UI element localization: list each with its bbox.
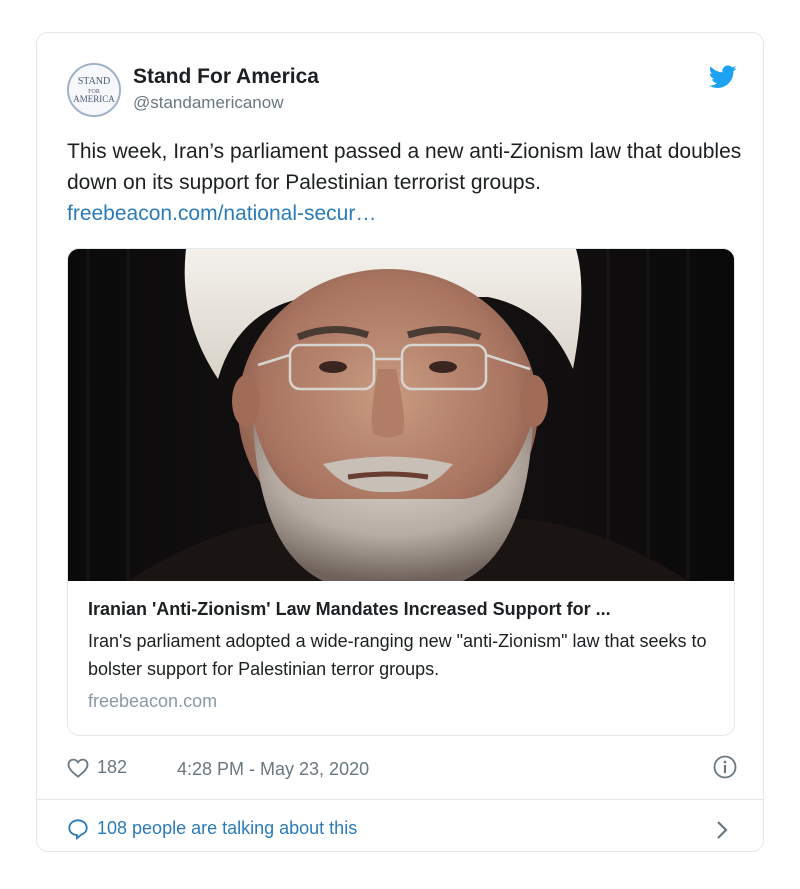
- twitter-bird-icon[interactable]: [708, 65, 737, 89]
- tweet-body: This week, Iran’s parliament passed a ne…: [67, 140, 742, 194]
- chevron-right-icon: [717, 821, 728, 839]
- avatar[interactable]: STAND FOR AMERICA: [67, 63, 121, 117]
- account-handle[interactable]: @standamericanow: [133, 93, 284, 113]
- tweet-link[interactable]: freebeacon.com/national-secur…: [67, 198, 747, 229]
- like-count: 182: [97, 757, 128, 777]
- account-name[interactable]: Stand For America: [133, 65, 319, 89]
- card-image: [68, 249, 734, 581]
- card-body: Iranian 'Anti-Zionism' Law Mandates Incr…: [88, 597, 718, 712]
- embedded-tweet: STAND FOR AMERICA Stand For America @sta…: [36, 32, 764, 852]
- heart-icon: [67, 758, 89, 778]
- link-card[interactable]: Iranian 'Anti-Zionism' Law Mandates Incr…: [67, 248, 735, 736]
- tweet-timestamp[interactable]: 4:28 PM - May 23, 2020: [177, 759, 369, 780]
- tweet-header: STAND FOR AMERICA Stand For America @sta…: [67, 63, 737, 123]
- divider: [37, 799, 763, 800]
- info-icon[interactable]: [713, 755, 737, 779]
- avatar-logo: STAND FOR AMERICA: [69, 65, 119, 115]
- like-button[interactable]: 182: [67, 757, 127, 778]
- card-title[interactable]: Iranian 'Anti-Zionism' Law Mandates Incr…: [88, 597, 718, 621]
- tweet-meta: 182 4:28 PM - May 23, 2020: [67, 755, 737, 785]
- card-domain: freebeacon.com: [88, 691, 218, 711]
- card-description: Iran's parliament adopted a wide-ranging…: [88, 631, 707, 679]
- svg-text:STAND: STAND: [78, 76, 111, 87]
- conversation-link[interactable]: 108 people are talking about this: [67, 815, 737, 845]
- svg-text:AMERICA: AMERICA: [73, 94, 115, 104]
- reply-bubble-icon: [68, 819, 88, 840]
- tweet-text: This week, Iran’s parliament passed a ne…: [67, 136, 747, 229]
- conversation-label: 108 people are talking about this: [97, 818, 358, 838]
